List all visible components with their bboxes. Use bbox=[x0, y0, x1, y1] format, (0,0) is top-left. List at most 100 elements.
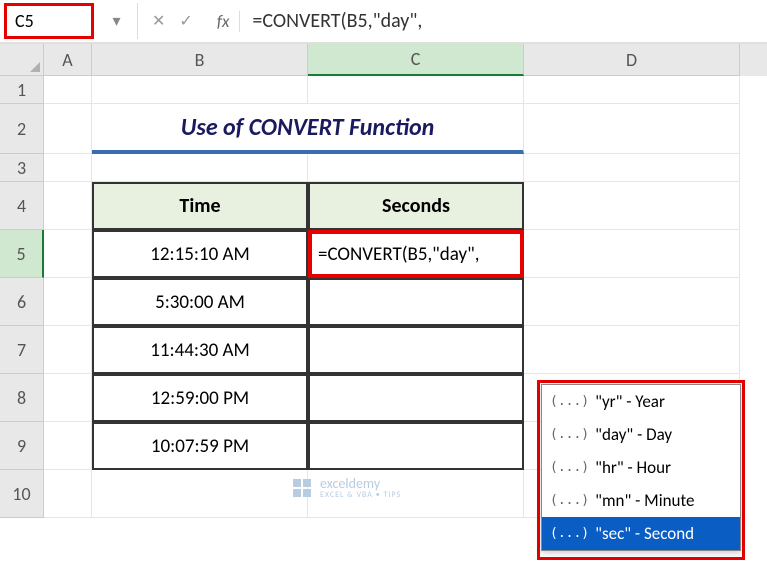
cell-c7[interactable] bbox=[308, 326, 524, 374]
formula-bar-actions: ✕ ✓ bbox=[138, 11, 207, 31]
cell-c9[interactable] bbox=[308, 422, 524, 470]
cell-a10[interactable] bbox=[44, 470, 92, 518]
cell-a4[interactable] bbox=[44, 182, 92, 230]
watermark-text: exceldemy EXCEL & VBA • TIPS bbox=[320, 477, 401, 499]
cell-b9[interactable]: 10:07:59 PM bbox=[92, 422, 308, 470]
cell-d6[interactable] bbox=[524, 278, 740, 326]
autocomplete-item-hr[interactable]: (...) "hr" - Hour bbox=[542, 451, 740, 484]
name-box-dropdown[interactable]: ▾ bbox=[96, 3, 138, 39]
param-icon: (...) bbox=[550, 493, 589, 508]
cell-b8[interactable]: 12:59:00 PM bbox=[92, 374, 308, 422]
cell-d4[interactable] bbox=[524, 182, 740, 230]
row-header-8[interactable]: 8 bbox=[0, 374, 44, 422]
confirm-icon[interactable]: ✓ bbox=[179, 11, 192, 31]
row-4: 4 Time Seconds bbox=[0, 182, 767, 230]
header-seconds[interactable]: Seconds bbox=[308, 182, 524, 230]
cell-a6[interactable] bbox=[44, 278, 92, 326]
row-header-7[interactable]: 7 bbox=[0, 326, 44, 374]
time-value-2: 11:44:30 AM bbox=[150, 339, 249, 362]
param-icon: (...) bbox=[550, 460, 589, 475]
cell-a1[interactable] bbox=[44, 76, 92, 104]
row-5: 5 12:15:10 AM =CONVERT(B5,"day", bbox=[0, 230, 767, 278]
watermark-sub: EXCEL & VBA • TIPS bbox=[320, 491, 401, 499]
cell-a7[interactable] bbox=[44, 326, 92, 374]
cell-b1[interactable] bbox=[92, 76, 308, 104]
cell-a3[interactable] bbox=[44, 154, 92, 182]
watermark-name: exceldemy bbox=[320, 477, 401, 491]
header-time[interactable]: Time bbox=[92, 182, 308, 230]
cell-b7[interactable]: 11:44:30 AM bbox=[92, 326, 308, 374]
header-time-label: Time bbox=[179, 194, 220, 218]
cell-a2[interactable] bbox=[44, 104, 92, 154]
row-header-10[interactable]: 10 bbox=[0, 470, 44, 518]
row-header-9[interactable]: 9 bbox=[0, 422, 44, 470]
time-value-1: 5:30:00 AM bbox=[155, 291, 245, 314]
cell-d2[interactable] bbox=[524, 104, 740, 154]
cell-c1[interactable] bbox=[308, 76, 524, 104]
autocomplete-dropdown: (...) "yr" - Year (...) "day" - Day (...… bbox=[541, 384, 741, 551]
row-7: 7 11:44:30 AM bbox=[0, 326, 767, 374]
cell-a8[interactable] bbox=[44, 374, 92, 422]
cell-c6[interactable] bbox=[308, 278, 524, 326]
cell-c5[interactable]: =CONVERT(B5,"day", bbox=[308, 230, 524, 278]
cell-d3[interactable] bbox=[524, 154, 740, 182]
autocomplete-label: "day" - Day bbox=[595, 424, 672, 445]
cancel-icon[interactable]: ✕ bbox=[152, 11, 165, 31]
formula-cell-text: =CONVERT(B5,"day", bbox=[318, 243, 480, 266]
chevron-down-icon: ▾ bbox=[112, 11, 120, 31]
autocomplete-item-day[interactable]: (...) "day" - Day bbox=[542, 418, 740, 451]
row-3: 3 bbox=[0, 154, 767, 182]
cell-b3[interactable] bbox=[92, 154, 308, 182]
row-2: 2 Use of CONVERT Function bbox=[0, 104, 767, 154]
column-headers: A B C D bbox=[0, 44, 767, 76]
cell-c8[interactable] bbox=[308, 374, 524, 422]
autocomplete-item-sec[interactable]: (...) "sec" - Second bbox=[542, 517, 740, 550]
row-header-1[interactable]: 1 bbox=[0, 76, 44, 104]
cell-b5[interactable]: 12:15:10 AM bbox=[92, 230, 308, 278]
row-header-5[interactable]: 5 bbox=[0, 230, 44, 278]
col-header-b[interactable]: B bbox=[92, 44, 308, 76]
title-text: Use of CONVERT Function bbox=[181, 113, 435, 142]
autocomplete-label: "sec" - Second bbox=[595, 523, 694, 544]
row-header-3[interactable]: 3 bbox=[0, 154, 44, 182]
col-header-d[interactable]: D bbox=[524, 44, 740, 76]
cell-a5[interactable] bbox=[44, 230, 92, 278]
select-all-corner[interactable] bbox=[0, 44, 44, 76]
col-header-a[interactable]: A bbox=[44, 44, 92, 76]
autocomplete-label: "mn" - Minute bbox=[595, 490, 694, 511]
name-box-value: C5 bbox=[15, 10, 34, 32]
param-icon: (...) bbox=[550, 427, 589, 442]
watermark-icon bbox=[290, 476, 314, 500]
autocomplete-label: "hr" - Hour bbox=[595, 457, 671, 478]
title-cell[interactable]: Use of CONVERT Function bbox=[92, 104, 524, 154]
cell-c3[interactable] bbox=[308, 154, 524, 182]
row-header-2[interactable]: 2 bbox=[0, 104, 44, 154]
time-value-0: 12:15:10 AM bbox=[150, 243, 249, 266]
header-seconds-label: Seconds bbox=[382, 194, 450, 218]
fx-label[interactable]: fx bbox=[207, 11, 241, 32]
formula-text: =CONVERT(B5,"day", bbox=[252, 9, 422, 33]
spreadsheet-grid: A B C D 1 2 Use of CONVERT Function 3 4 … bbox=[0, 44, 767, 518]
cell-d5[interactable] bbox=[524, 230, 740, 278]
row-1: 1 bbox=[0, 76, 767, 104]
col-header-c[interactable]: C bbox=[308, 44, 524, 76]
formula-bar: C5 ▾ ✕ ✓ fx =CONVERT(B5,"day", bbox=[0, 0, 767, 44]
cell-a9[interactable] bbox=[44, 422, 92, 470]
name-box[interactable]: C5 bbox=[4, 3, 94, 39]
row-header-6[interactable]: 6 bbox=[0, 278, 44, 326]
cell-b10[interactable] bbox=[92, 470, 308, 518]
cell-b6[interactable]: 5:30:00 AM bbox=[92, 278, 308, 326]
watermark: exceldemy EXCEL & VBA • TIPS bbox=[290, 476, 401, 500]
autocomplete-label: "yr" - Year bbox=[595, 391, 665, 412]
time-value-4: 10:07:59 PM bbox=[151, 435, 249, 458]
param-icon: (...) bbox=[550, 394, 589, 409]
row-header-4[interactable]: 4 bbox=[0, 182, 44, 230]
cell-d7[interactable] bbox=[524, 326, 740, 374]
autocomplete-item-yr[interactable]: (...) "yr" - Year bbox=[542, 385, 740, 418]
row-6: 6 5:30:00 AM bbox=[0, 278, 767, 326]
param-icon: (...) bbox=[550, 526, 589, 541]
autocomplete-item-mn[interactable]: (...) "mn" - Minute bbox=[542, 484, 740, 517]
cell-d1[interactable] bbox=[524, 76, 740, 104]
time-value-3: 12:59:00 PM bbox=[151, 387, 249, 410]
formula-input[interactable]: =CONVERT(B5,"day", bbox=[240, 0, 767, 42]
